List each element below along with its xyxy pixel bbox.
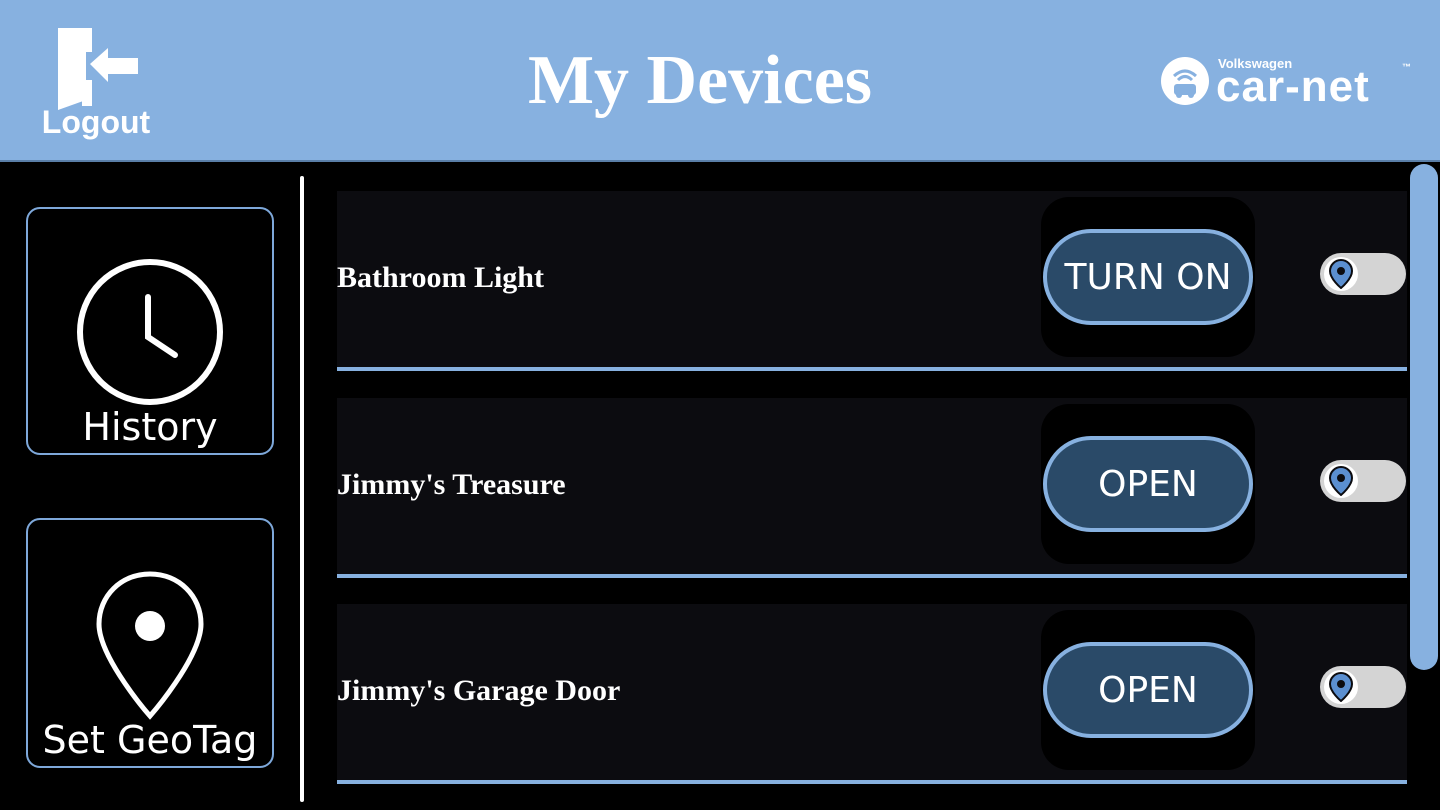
device-row: Jimmy's Garage Door OPEN — [337, 604, 1407, 784]
sidebar-divider — [300, 176, 304, 802]
logout-button[interactable]: Logout — [30, 24, 162, 144]
geotag-toggle-knob — [1324, 257, 1358, 291]
map-pin-icon — [96, 571, 204, 720]
device-name: Bathroom Light — [337, 261, 544, 294]
device-name: Jimmy's Garage Door — [337, 674, 621, 707]
header-bar: Logout My Devices Volkswagen car-net ™ — [0, 0, 1440, 162]
logout-icon — [58, 28, 138, 110]
car-net-logo: Volkswagen car-net ™ — [1160, 52, 1420, 112]
geotag-toggle[interactable] — [1320, 460, 1406, 502]
history-label: History — [82, 405, 218, 449]
geotag-toggle[interactable] — [1320, 253, 1406, 295]
scrollbar-thumb[interactable] — [1410, 164, 1438, 670]
brand-main-text: car-net — [1216, 62, 1370, 111]
set-geotag-button[interactable]: Set GeoTag — [26, 518, 274, 768]
action-button-wrapper: TURN ON — [1041, 197, 1255, 357]
device-row: Jimmy's Treasure OPEN — [337, 398, 1407, 578]
car-net-logo-icon — [1161, 57, 1209, 105]
history-button[interactable]: History — [26, 207, 274, 455]
brand-trademark: ™ — [1402, 62, 1411, 72]
action-button-wrapper: OPEN — [1041, 610, 1255, 770]
open-button[interactable]: OPEN — [1043, 642, 1253, 738]
logout-label: Logout — [41, 104, 151, 140]
geotag-toggle[interactable] — [1320, 666, 1406, 708]
device-name: Jimmy's Treasure — [337, 468, 566, 501]
scrollbar[interactable] — [1408, 162, 1440, 810]
action-button-wrapper: OPEN — [1041, 404, 1255, 564]
clock-icon — [77, 259, 223, 405]
open-button[interactable]: OPEN — [1043, 436, 1253, 532]
device-row: Bathroom Light TURN ON — [337, 191, 1407, 371]
set-geotag-label: Set GeoTag — [42, 718, 258, 762]
geotag-toggle-knob — [1324, 464, 1358, 498]
page-title: My Devices — [527, 42, 873, 119]
turn-on-button[interactable]: TURN ON — [1043, 229, 1253, 325]
location-pin-icon — [1329, 466, 1353, 496]
geotag-toggle-knob — [1324, 670, 1358, 704]
location-pin-icon — [1329, 672, 1353, 702]
location-pin-icon — [1329, 259, 1353, 289]
